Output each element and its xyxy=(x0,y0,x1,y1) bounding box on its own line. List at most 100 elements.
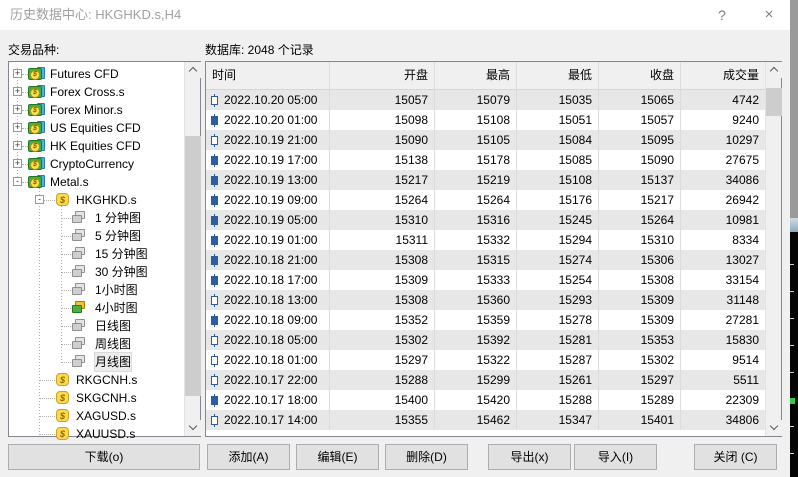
candle-down-icon xyxy=(211,196,218,205)
import-button[interactable]: 导入(I) xyxy=(574,444,657,470)
high-cell: 15332 xyxy=(435,230,517,250)
close-cell: 15297 xyxy=(599,370,681,390)
tree-scrollbar[interactable] xyxy=(184,62,200,436)
add-button[interactable]: 添加(A) xyxy=(207,444,290,470)
close-cell: 15065 xyxy=(599,90,681,110)
scrollbar-thumb[interactable] xyxy=(766,88,782,116)
close-cell: 15137 xyxy=(599,170,681,190)
table-row[interactable]: 2022.10.19 01:00 15311 15332 15294 15310… xyxy=(206,230,765,250)
expander-icon[interactable]: + xyxy=(13,69,22,78)
tree-item[interactable]: 1 分钟图 xyxy=(9,209,184,227)
tree-item[interactable]: 30 分钟图 xyxy=(9,263,184,281)
tree-item[interactable]: RKGCNH.s xyxy=(9,371,184,389)
tree-item[interactable]: 月线图 xyxy=(9,353,184,371)
open-cell: 15310 xyxy=(330,210,435,230)
download-button[interactable]: 下载(o) xyxy=(8,444,200,470)
column-header[interactable]: 最高 xyxy=(435,62,517,89)
table-row[interactable]: 2022.10.17 14:00 15355 15462 15347 15401… xyxy=(206,410,765,430)
tree-item[interactable]: + Futures CFD xyxy=(9,65,184,83)
low-cell: 15274 xyxy=(517,250,599,270)
tree-item[interactable]: + Forex Minor.s xyxy=(9,101,184,119)
expander-icon[interactable]: + xyxy=(13,141,22,150)
table-row[interactable]: 2022.10.20 05:00 15057 15079 15035 15065… xyxy=(206,90,765,110)
time-cell: 2022.10.18 09:00 xyxy=(224,310,317,330)
column-header[interactable]: 成交量 xyxy=(681,62,765,89)
tree-item[interactable]: XAUUSD.s xyxy=(9,425,184,443)
expander-icon[interactable]: + xyxy=(13,87,22,96)
tree-item[interactable]: 日线图 xyxy=(9,317,184,335)
table-row[interactable]: 2022.10.19 21:00 15090 15105 15084 15095… xyxy=(206,130,765,150)
scroll-down-icon[interactable] xyxy=(766,420,782,436)
column-header[interactable]: 时间 xyxy=(206,62,330,89)
tree-item[interactable]: 周线图 xyxy=(9,335,184,353)
tree-item[interactable]: + HK Equities CFD xyxy=(9,137,184,155)
volume-cell: 27281 xyxy=(681,310,765,330)
close-button[interactable]: 关闭 (C) xyxy=(694,444,777,470)
candle-down-icon xyxy=(211,156,218,165)
open-cell: 15400 xyxy=(330,390,435,410)
help-button[interactable]: ? xyxy=(705,0,739,30)
edit-button[interactable]: 编辑(E) xyxy=(296,444,379,470)
tree-item[interactable]: 1小时图 xyxy=(9,281,184,299)
expander-icon[interactable]: + xyxy=(13,105,22,114)
close-cell: 15217 xyxy=(599,190,681,210)
expander-icon[interactable]: - xyxy=(35,195,44,204)
scrollbar-thumb[interactable] xyxy=(185,136,201,396)
candle-down-icon xyxy=(211,316,218,325)
scroll-up-icon[interactable] xyxy=(185,62,201,78)
tree-item-label: RKGCNH.s xyxy=(76,371,137,389)
tree-item[interactable]: XAGUSD.s xyxy=(9,407,184,425)
tree-item[interactable]: - Metal.s xyxy=(9,173,184,191)
tree-item[interactable]: + CryptoCurrency xyxy=(9,155,184,173)
tree-item-label: CryptoCurrency xyxy=(50,155,134,173)
scroll-up-icon[interactable] xyxy=(766,62,782,78)
low-cell: 15108 xyxy=(517,170,599,190)
column-header[interactable]: 最低 xyxy=(517,62,599,89)
time-cell: 2022.10.18 05:00 xyxy=(224,330,317,350)
close-icon[interactable]: × xyxy=(752,0,786,30)
tree-item-label: 1小时图 xyxy=(95,281,138,299)
tree-item[interactable]: - HKGHKD.s xyxy=(9,191,184,209)
column-header[interactable]: 开盘 xyxy=(330,62,435,89)
low-cell: 15287 xyxy=(517,350,599,370)
table-row[interactable]: 2022.10.19 17:00 15138 15178 15085 15090… xyxy=(206,150,765,170)
table-row[interactable]: 2022.10.19 05:00 15310 15316 15245 15264… xyxy=(206,210,765,230)
tree-item[interactable]: + Forex Cross.s xyxy=(9,83,184,101)
tree-item[interactable]: 4小时图 xyxy=(9,299,184,317)
candle-down-icon xyxy=(211,236,218,245)
delete-button[interactable]: 删除(D) xyxy=(385,444,468,470)
table-row[interactable]: 2022.10.18 13:00 15308 15360 15293 15309… xyxy=(206,290,765,310)
table-row[interactable]: 2022.10.18 01:00 15297 15322 15287 15302… xyxy=(206,350,765,370)
high-cell: 15322 xyxy=(435,350,517,370)
table-row[interactable]: 2022.10.19 09:00 15264 15264 15176 15217… xyxy=(206,190,765,210)
open-cell: 15302 xyxy=(330,330,435,350)
volume-cell: 13027 xyxy=(681,250,765,270)
expander-icon[interactable]: - xyxy=(13,177,22,186)
expander-icon[interactable]: + xyxy=(13,123,22,132)
tree-item[interactable]: 15 分钟图 xyxy=(9,245,184,263)
low-cell: 15281 xyxy=(517,330,599,350)
scroll-down-icon[interactable] xyxy=(185,420,201,436)
close-cell: 15310 xyxy=(599,230,681,250)
tree-item[interactable]: SKGCNH.s xyxy=(9,389,184,407)
column-header[interactable]: 收盘 xyxy=(599,62,681,89)
table-row[interactable]: 2022.10.18 17:00 15309 15333 15254 15308… xyxy=(206,270,765,290)
table-row[interactable]: 2022.10.20 01:00 15098 15108 15051 15057… xyxy=(206,110,765,130)
open-cell: 15098 xyxy=(330,110,435,130)
table-row[interactable]: 2022.10.17 22:00 15288 15299 15261 15297… xyxy=(206,370,765,390)
export-button[interactable]: 导出(x) xyxy=(488,444,571,470)
expander-icon[interactable]: + xyxy=(13,159,22,168)
table-row[interactable]: 2022.10.18 05:00 15302 15392 15281 15353… xyxy=(206,330,765,350)
table-row[interactable]: 2022.10.17 18:00 15400 15420 15288 15289… xyxy=(206,390,765,410)
table-row[interactable]: 2022.10.18 09:00 15352 15359 15278 15309… xyxy=(206,310,765,330)
table-scrollbar[interactable] xyxy=(765,62,781,436)
candle-up-icon xyxy=(211,416,218,425)
table-row[interactable]: 2022.10.18 21:00 15308 15315 15274 15306… xyxy=(206,250,765,270)
tree-item[interactable]: + US Equities CFD xyxy=(9,119,184,137)
volume-cell: 9240 xyxy=(681,110,765,130)
open-cell: 15217 xyxy=(330,170,435,190)
table-row[interactable]: 2022.10.19 13:00 15217 15219 15108 15137… xyxy=(206,170,765,190)
high-cell: 15360 xyxy=(435,290,517,310)
tree-item[interactable]: 5 分钟图 xyxy=(9,227,184,245)
coin-icon xyxy=(55,427,72,441)
